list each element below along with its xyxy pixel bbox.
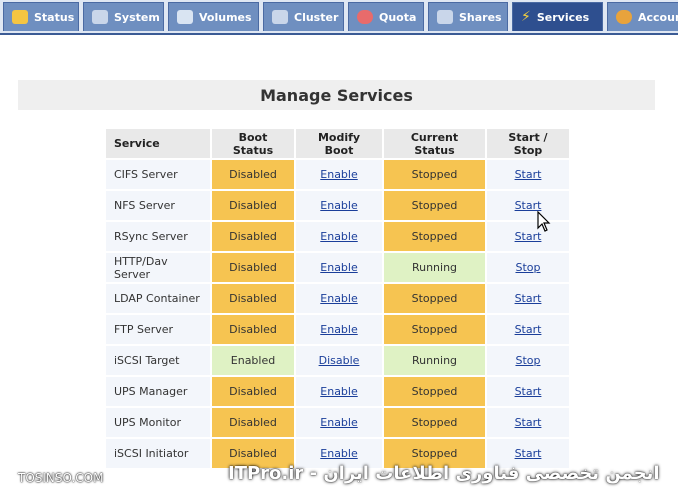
boot-status: Disabled	[212, 253, 294, 282]
boot-status: Disabled	[212, 408, 294, 437]
table-row: HTTP/Dav Server Disabled Enable Running …	[106, 253, 569, 282]
start-stop-link[interactable]: Start	[515, 416, 542, 429]
table-row: RSync Server Disabled Enable Stopped Sta…	[106, 222, 569, 251]
tab-label: Services	[536, 10, 590, 24]
current-status: Stopped	[384, 191, 485, 220]
current-status: Stopped	[384, 284, 485, 313]
boot-status: Enabled	[212, 346, 294, 375]
watermark-right: ITPro.ir - انجمن تخصصی فناوری اطلاعات ای…	[228, 463, 660, 484]
service-name: FTP Server	[106, 315, 210, 344]
watermark-left: TOSINSO.COM	[18, 471, 104, 485]
tab-label: Status	[34, 10, 75, 24]
boot-status: Disabled	[212, 191, 294, 220]
modify-boot-link[interactable]: Enable	[320, 447, 357, 460]
boot-status: Disabled	[212, 315, 294, 344]
current-status: Stopped	[384, 222, 485, 251]
table-row: FTP Server Disabled Enable Stopped Start	[106, 315, 569, 344]
header-service: Service	[106, 129, 210, 158]
header-boot-status: Boot Status	[212, 129, 294, 158]
table-row: iSCSI Target Enabled Disable Running Sto…	[106, 346, 569, 375]
start-stop-link[interactable]: Start	[515, 385, 542, 398]
table-row: UPS Monitor Disabled Enable Stopped Star…	[106, 408, 569, 437]
tab-shares[interactable]: Shares	[428, 2, 508, 31]
status-icon	[12, 10, 28, 24]
tab-label: Quota	[379, 10, 417, 24]
accounts-icon	[616, 10, 632, 24]
top-navigation-bar: Status System Volumes Cluster Quota Shar…	[0, 0, 678, 35]
service-name: RSync Server	[106, 222, 210, 251]
services-table: Service Boot Status Modify Boot Current …	[104, 127, 571, 470]
tab-cluster[interactable]: Cluster	[263, 2, 344, 31]
modify-boot-link[interactable]: Enable	[320, 416, 357, 429]
tab-services[interactable]: ⚡ Services	[512, 2, 603, 31]
start-stop-link[interactable]: Start	[515, 168, 542, 181]
service-name: NFS Server	[106, 191, 210, 220]
tab-label: Shares	[459, 10, 502, 24]
tab-quota[interactable]: Quota	[348, 2, 424, 31]
tab-label: System	[114, 10, 160, 24]
service-name: UPS Monitor	[106, 408, 210, 437]
table-row: UPS Manager Disabled Enable Stopped Star…	[106, 377, 569, 406]
modify-boot-link[interactable]: Enable	[320, 230, 357, 243]
page-title-bar: Manage Services	[18, 80, 655, 110]
tab-system[interactable]: System	[83, 2, 164, 31]
mouse-cursor-icon	[537, 211, 551, 232]
modify-boot-link[interactable]: Enable	[320, 292, 357, 305]
header-start-stop: Start / Stop	[487, 129, 569, 158]
header-current-status: Current Status	[384, 129, 485, 158]
service-name: UPS Manager	[106, 377, 210, 406]
modify-boot-link[interactable]: Enable	[320, 261, 357, 274]
start-stop-link[interactable]: Stop	[515, 261, 540, 274]
boot-status: Disabled	[212, 284, 294, 313]
page-title: Manage Services	[260, 85, 413, 105]
header-modify-boot: Modify Boot	[296, 129, 382, 158]
quota-icon	[357, 10, 373, 24]
current-status: Stopped	[384, 315, 485, 344]
start-stop-link[interactable]: Start	[515, 292, 542, 305]
tab-label: Accounts	[638, 10, 678, 24]
tab-volumes[interactable]: Volumes	[168, 2, 259, 31]
modify-boot-link[interactable]: Enable	[320, 385, 357, 398]
current-status: Running	[384, 253, 485, 282]
tab-status[interactable]: Status	[3, 2, 79, 31]
table-row: NFS Server Disabled Enable Stopped Start	[106, 191, 569, 220]
current-status: Stopped	[384, 408, 485, 437]
tab-label: Cluster	[294, 10, 339, 24]
shares-icon	[437, 10, 453, 24]
system-icon	[92, 10, 108, 24]
modify-boot-link[interactable]: Enable	[320, 323, 357, 336]
start-stop-link[interactable]: Start	[515, 447, 542, 460]
current-status: Running	[384, 346, 485, 375]
service-name: CIFS Server	[106, 160, 210, 189]
table-header-row: Service Boot Status Modify Boot Current …	[106, 129, 569, 158]
table-row: CIFS Server Disabled Enable Stopped Star…	[106, 160, 569, 189]
lightning-icon: ⚡	[521, 9, 531, 25]
tab-label: Volumes	[199, 10, 252, 24]
modify-boot-link[interactable]: Enable	[320, 168, 357, 181]
boot-status: Disabled	[212, 222, 294, 251]
table-row: LDAP Container Disabled Enable Stopped S…	[106, 284, 569, 313]
current-status: Stopped	[384, 160, 485, 189]
modify-boot-link[interactable]: Enable	[320, 199, 357, 212]
boot-status: Disabled	[212, 377, 294, 406]
service-name: LDAP Container	[106, 284, 210, 313]
boot-status: Disabled	[212, 160, 294, 189]
tab-accounts[interactable]: Accounts	[607, 2, 678, 31]
service-name: HTTP/Dav Server	[106, 253, 210, 282]
service-name: iSCSI Initiator	[106, 439, 210, 468]
modify-boot-link[interactable]: Disable	[319, 354, 360, 367]
volumes-icon	[177, 10, 193, 24]
service-name: iSCSI Target	[106, 346, 210, 375]
start-stop-link[interactable]: Stop	[515, 354, 540, 367]
cluster-icon	[272, 10, 288, 24]
start-stop-link[interactable]: Start	[515, 323, 542, 336]
current-status: Stopped	[384, 377, 485, 406]
